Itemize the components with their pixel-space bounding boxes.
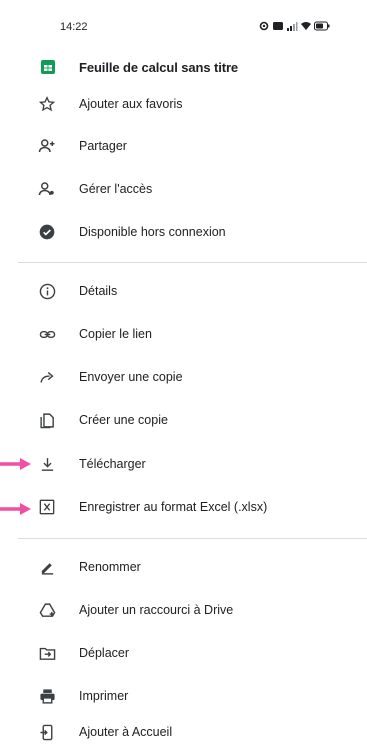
menu-label: Disponible hors connexion	[79, 225, 226, 239]
printer-icon	[38, 687, 56, 705]
signal-icon	[287, 22, 298, 31]
forward-arrow-icon	[38, 368, 56, 386]
battery-icon	[314, 21, 330, 31]
menu-label: Imprimer	[79, 689, 129, 703]
menu-divider	[18, 538, 367, 539]
status-time: 14:22	[60, 21, 88, 33]
file-title: Feuille de calcul sans titre	[79, 60, 239, 75]
notification-icon	[273, 22, 283, 30]
menu-item-save-excel[interactable]: Enregistrer au format Excel (.xlsx)	[0, 490, 367, 524]
pink-pointer-arrow-icon	[0, 458, 31, 470]
star-outline-icon	[38, 95, 56, 113]
manage-accounts-icon	[38, 180, 56, 198]
menu-item-details[interactable]: Détails	[0, 274, 367, 308]
wifi-icon	[301, 22, 311, 30]
system-icons	[258, 19, 330, 33]
menu-divider	[18, 262, 367, 263]
menu-item-move[interactable]: Déplacer	[0, 636, 367, 670]
menu-label: Détails	[79, 284, 118, 298]
menu-label: Copier le lien	[79, 327, 152, 341]
sheets-icon	[40, 59, 56, 75]
info-icon	[38, 282, 56, 300]
menu-label: Déplacer	[79, 646, 130, 660]
menu-item-add-shortcut[interactable]: Ajouter un raccourci à Drive	[0, 593, 367, 627]
menu-item-rename[interactable]: Renommer	[0, 550, 367, 584]
menu-label: Gérer l'accès	[79, 182, 153, 196]
menu-label: Envoyer une copie	[79, 370, 183, 384]
menu-label: Enregistrer au format Excel (.xlsx)	[79, 500, 268, 514]
add-to-home-icon	[38, 723, 56, 741]
move-folder-icon	[38, 644, 56, 662]
menu-item-offline[interactable]: Disponible hors connexion	[0, 215, 367, 249]
link-icon	[38, 325, 56, 343]
menu-item-add-favorites[interactable]: Ajouter aux favoris	[0, 87, 367, 121]
menu-item-print[interactable]: Imprimer	[0, 679, 367, 713]
menu-item-download[interactable]: Télécharger	[0, 447, 367, 481]
pink-pointer-arrow-icon	[0, 503, 31, 515]
menu-label: Renommer	[79, 560, 141, 574]
copy-file-icon	[38, 411, 56, 429]
menu-label: Télécharger	[79, 457, 146, 471]
menu-item-share[interactable]: Partager	[0, 129, 367, 163]
menu-item-add-home[interactable]: Ajouter à Accueil	[0, 715, 367, 749]
download-icon	[38, 455, 56, 473]
file-header: Feuille de calcul sans titre	[0, 52, 367, 82]
menu-label: Ajouter un raccourci à Drive	[79, 603, 234, 617]
person-add-icon	[38, 137, 56, 155]
edit-pencil-icon	[38, 558, 56, 576]
menu-label: Ajouter aux favoris	[79, 97, 183, 111]
menu-item-make-copy[interactable]: Créer une copie	[0, 403, 367, 437]
excel-file-icon	[38, 498, 56, 516]
menu-label: Ajouter à Accueil	[79, 725, 173, 739]
menu-label: Créer une copie	[79, 413, 168, 427]
menu-item-send-copy[interactable]: Envoyer une copie	[0, 360, 367, 394]
drive-file-menu-screen: 14:22 Feuille de calcul sans titre Ajout…	[0, 0, 367, 749]
menu-item-copy-link[interactable]: Copier le lien	[0, 317, 367, 351]
menu-label: Partager	[79, 139, 127, 153]
settings-icon	[259, 21, 269, 31]
drive-shortcut-icon	[38, 601, 56, 619]
offline-check-icon	[38, 223, 56, 241]
menu-item-manage-access[interactable]: Gérer l'accès	[0, 172, 367, 206]
status-bar: 14:22	[0, 0, 367, 44]
